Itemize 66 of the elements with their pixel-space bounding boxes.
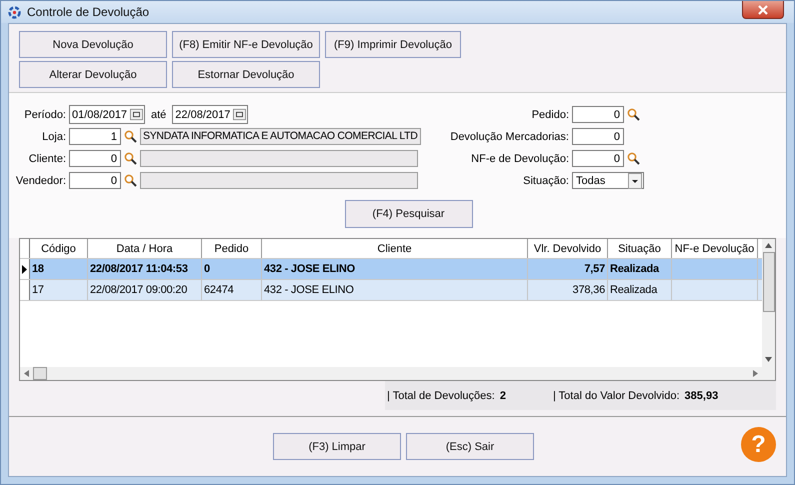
table-cell: Realizada [608,280,672,300]
footer-button[interactable]: (Esc) Sair [406,433,534,460]
table-cell: 22/08/2017 11:04:53 [88,259,202,279]
table-cell: 22/08/2017 09:00:20 [88,280,202,300]
table-cell: Realizada [608,259,672,279]
field-label: Período: [23,108,66,120]
input-field[interactable]: 0 [572,106,624,123]
total-value: 2 [500,390,506,402]
scroll-up-icon[interactable] [765,243,772,248]
dropdown[interactable]: Todas [572,172,644,189]
input-field[interactable]: 1 [69,128,121,145]
field-label: Vendedor: [14,174,66,186]
table-cell: 18 [30,259,88,279]
table-cell: 17 [30,280,88,300]
input-field[interactable]: 0 [69,172,121,189]
table-cell: 7,57 [528,259,608,279]
search-button[interactable]: (F4) Pesquisar [344,200,472,228]
horizontal-scrollbar[interactable] [20,367,762,380]
table-row[interactable]: 17 22/08/2017 09:00:20 62474 432 - JOSE ELINO 378,36 Realizada [20,280,762,301]
scroll-down-icon[interactable] [765,357,772,362]
vertical-scrollbar[interactable] [762,239,775,380]
field-label: NF-e de Devolução: [470,152,569,164]
action-button[interactable]: (F8) Emitir NF-e Devolução [172,31,320,58]
scroll-left-icon[interactable] [24,370,29,377]
calendar-icon[interactable] [233,108,246,121]
field-label: Devolução Mercadorias: [449,130,569,142]
calendar-icon[interactable] [130,108,143,121]
field-label: Loja: [41,130,66,142]
scroll-right-icon[interactable] [753,370,758,377]
close-icon [757,4,769,14]
app-icon [8,6,21,18]
total-label: | Total de Devoluções: [387,390,495,402]
row-pointer-icon [22,264,27,274]
table-row[interactable]: 18 22/08/2017 11:04:53 0 432 - JOSE ELINO 7,57 Realizada [20,259,762,280]
search-icon[interactable] [124,174,137,187]
input-field[interactable]: 0 [572,150,624,167]
footer-button[interactable]: (F3) Limpar [273,433,401,460]
action-button[interactable]: Nova Devolução [19,31,167,58]
table-cell: 0 [202,259,262,279]
scroll-thumb[interactable] [33,367,47,380]
field-label: Situação: [522,174,569,186]
table-cell: 378,36 [528,280,608,300]
input-field[interactable]: 0 [572,128,624,145]
description-field: SYNDATA INFORMATICA E AUTOMACAO COMERCIAL LTD [140,128,421,145]
table-cell: 62474 [202,280,262,300]
action-button[interactable]: (F9) Imprimir Devolução [325,31,461,58]
date-field[interactable]: 01/08/2017 [69,105,145,124]
search-icon[interactable] [627,108,640,121]
window-title: Controle de Devolução [27,5,150,19]
date-field[interactable]: 22/08/2017 [172,105,248,124]
total-label: | Total do Valor Devolvido: [552,390,680,402]
field-label: Pedido: [530,108,569,120]
table-cell: 432 - JOSE ELINO [262,280,528,300]
close-button[interactable] [742,1,784,19]
total-value: 385,93 [684,390,718,402]
action-button[interactable]: Alterar Devolução [19,61,167,88]
input-field[interactable]: 0 [69,150,121,167]
search-icon[interactable] [124,130,137,143]
field-label: até [151,108,166,120]
action-button[interactable]: Estornar Devolução [172,61,320,88]
search-icon[interactable] [124,152,137,165]
row-selector[interactable] [20,259,30,279]
field-label: Cliente: [28,152,66,164]
search-icon[interactable] [627,152,640,165]
scroll-thumb[interactable] [762,252,774,312]
table-cell: 432 - JOSE ELINO [262,259,528,279]
